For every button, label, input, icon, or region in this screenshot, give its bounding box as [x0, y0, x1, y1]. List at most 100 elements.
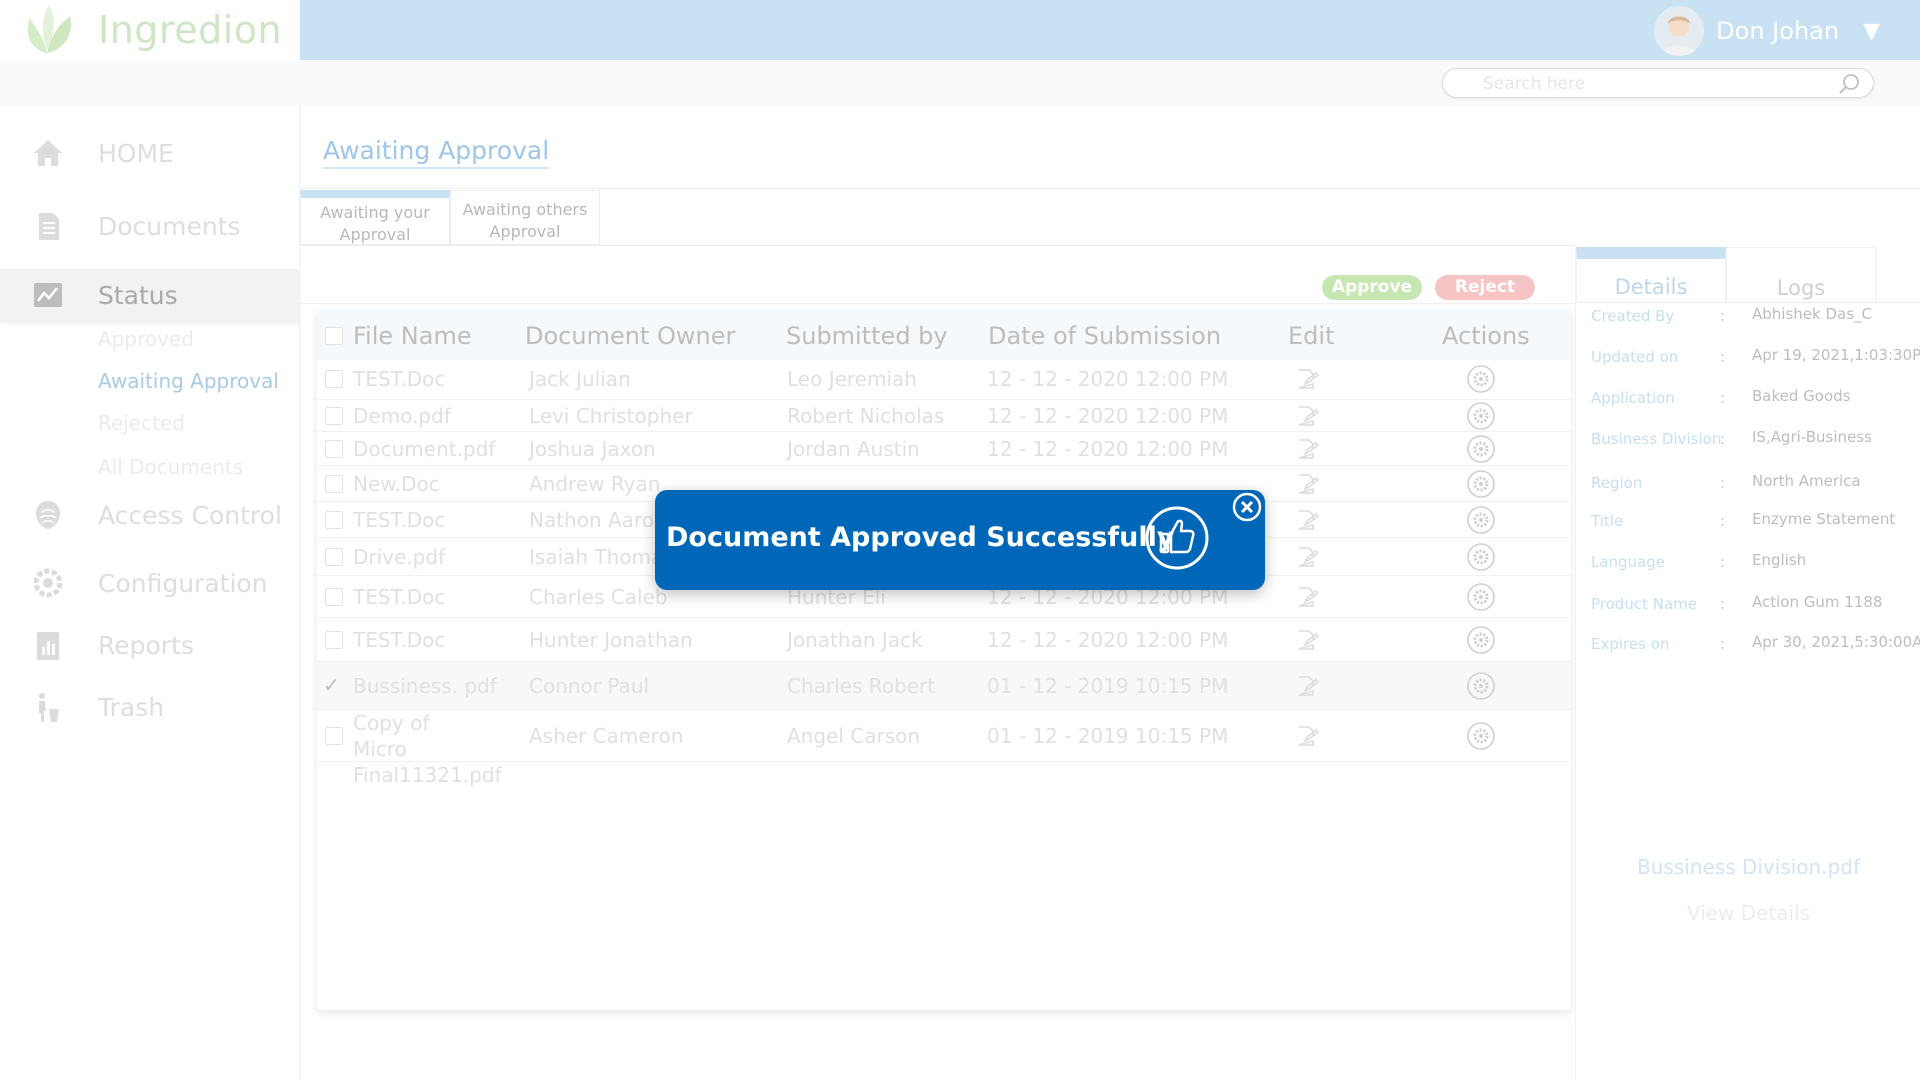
close-icon[interactable] [1232, 492, 1262, 522]
sidebar-item-status[interactable]: Status [0, 269, 300, 321]
table-row[interactable]: Document.pdf Joshua Jaxon Jordan Austin 12 … [317, 432, 1571, 466]
gear-icon[interactable] [1466, 721, 1496, 751]
row-checkbox[interactable] [325, 511, 343, 529]
row-checkbox[interactable] [325, 407, 343, 425]
detail-label: Updated on [1591, 348, 1679, 366]
gear-icon[interactable] [1466, 582, 1496, 612]
column-header-file-name[interactable]: File Name [353, 322, 472, 350]
sidebar-subitem-approved[interactable]: Approved [98, 327, 194, 351]
cell-file-name[interactable]: TEST.Doc [353, 627, 445, 653]
cell-file-name[interactable]: New.Doc [353, 471, 440, 497]
sidebar-subitem-awaiting-approval[interactable]: Awaiting Approval [98, 369, 279, 393]
sidebar-item-trash[interactable]: Trash [0, 681, 300, 733]
sidebar-item-reports[interactable]: Reports [0, 619, 300, 671]
column-header-document-owner[interactable]: Document Owner [525, 322, 735, 350]
column-header-submitted-by[interactable]: Submitted by [786, 322, 948, 350]
row-checkbox[interactable] [325, 440, 343, 458]
tab-logs[interactable]: Logs [1726, 247, 1876, 302]
sidebar-item-access-control[interactable]: Access Control [0, 489, 300, 541]
detail-label: Expires on [1591, 635, 1670, 653]
cell-file-name[interactable]: TEST.Doc [353, 366, 445, 392]
row-checkbox[interactable] [325, 475, 343, 493]
row-checkbox[interactable] [325, 727, 343, 745]
detail-value: Enzyme Statement [1752, 510, 1896, 528]
column-header-edit: Edit [1288, 322, 1335, 350]
app-window: Ingredion Don Johan ▼ Search here HOME D… [0, 0, 1920, 1080]
detail-colon: : [1720, 430, 1726, 448]
detail-value: North America [1752, 472, 1861, 490]
detail-value: Apr 19, 2021,1:03:30PM [1752, 346, 1920, 364]
edit-icon[interactable] [1295, 585, 1319, 609]
edit-icon[interactable] [1295, 508, 1319, 532]
chevron-down-icon[interactable]: ▼ [1863, 19, 1880, 44]
gear-icon[interactable] [1466, 625, 1496, 655]
sidebar-item-home[interactable]: HOME [0, 127, 300, 179]
cell-date-of-submission: 01 - 12 - 2019 10:15 PM [987, 724, 1229, 748]
edit-icon[interactable] [1295, 437, 1319, 461]
edit-icon[interactable] [1295, 545, 1319, 569]
table-row[interactable]: Demo.pdf Levi Christopher Robert Nicholas 1… [317, 400, 1571, 432]
gear-icon[interactable] [1466, 542, 1496, 572]
detail-label: Application [1591, 389, 1675, 407]
detail-value: IS,Agri-Business [1752, 428, 1872, 446]
view-details-link[interactable]: View Details [1576, 901, 1920, 925]
file-link[interactable]: Bussiness Division.pdf [1576, 855, 1920, 879]
cell-file-name[interactable]: TEST.Doc [353, 584, 445, 610]
tab-awaiting-your-approval[interactable]: Awaiting your Approval [300, 190, 450, 245]
access-control-icon [36, 501, 60, 529]
divider [300, 188, 1920, 189]
table-row[interactable]: TEST.Doc Hunter Jonathan Jonathan Jack 12 -… [317, 618, 1571, 662]
table-row[interactable]: TEST.Doc Jack Julian Leo Jeremiah 12 - 12 -… [317, 358, 1571, 400]
sidebar-subitem-rejected[interactable]: Rejected [98, 411, 185, 435]
cell-file-name[interactable]: Copy of Micro Final11321.pdf [353, 710, 502, 788]
cell-submitted-by: Jordan Austin [787, 437, 920, 461]
tab-details[interactable]: Details [1576, 247, 1726, 302]
user-menu[interactable]: Don Johan ▼ [1654, 4, 1880, 58]
search-input[interactable] [1483, 73, 1823, 95]
sidebar-subitem-all-documents[interactable]: All Documents [98, 455, 243, 479]
detail-colon: : [1720, 512, 1726, 530]
edit-icon[interactable] [1295, 724, 1319, 748]
detail-label: Created By [1591, 307, 1675, 325]
detail-label: Title [1591, 512, 1624, 530]
select-all-checkbox[interactable] [325, 327, 343, 345]
row-checkbox-checked[interactable]: ✓ [323, 673, 340, 697]
detail-value: Baked Goods [1752, 387, 1851, 405]
sidebar-item-label: HOME [98, 138, 174, 168]
gear-icon[interactable] [1466, 434, 1496, 464]
leaf-logo-icon [27, 4, 72, 54]
edit-icon[interactable] [1295, 628, 1319, 652]
search-icon[interactable] [1837, 72, 1861, 96]
reports-icon [37, 632, 59, 660]
row-checkbox[interactable] [325, 631, 343, 649]
cell-document-owner: Nathon Aaron [529, 508, 667, 532]
reject-button[interactable]: Reject [1435, 275, 1535, 300]
gear-icon[interactable] [1466, 401, 1496, 431]
row-checkbox[interactable] [325, 370, 343, 388]
edit-icon[interactable] [1295, 367, 1319, 391]
gear-icon[interactable] [1466, 505, 1496, 535]
edit-icon[interactable] [1295, 404, 1319, 428]
cell-file-name[interactable]: Demo.pdf [353, 403, 451, 429]
table-row[interactable]: ✓ Bussiness. pdf Connor Paul Charles Robert… [317, 662, 1571, 710]
gear-icon[interactable] [1466, 671, 1496, 701]
column-header-date-of-submission[interactable]: Date of Submission [988, 322, 1221, 350]
gear-icon[interactable] [1466, 364, 1496, 394]
edit-icon[interactable] [1295, 472, 1319, 496]
sidebar-item-documents[interactable]: Documents [0, 200, 300, 252]
cell-file-name[interactable]: Document.pdf [353, 436, 495, 462]
cell-document-owner: Jack Julian [529, 367, 631, 391]
row-checkbox[interactable] [325, 548, 343, 566]
tab-awaiting-others-approval[interactable]: Awaiting others Approval [450, 190, 600, 245]
cell-file-name[interactable]: Bussiness. pdf [353, 673, 497, 699]
gear-icon[interactable] [1466, 469, 1496, 499]
edit-icon[interactable] [1295, 674, 1319, 698]
approve-button[interactable]: Approve [1322, 275, 1422, 300]
table-row[interactable]: Copy of Micro Final11321.pdf Asher Camero… [317, 710, 1571, 787]
detail-value: Abhishek Das_C [1752, 305, 1872, 323]
thumbs-up-icon [1145, 506, 1209, 570]
row-checkbox[interactable] [325, 588, 343, 606]
cell-file-name[interactable]: Drive.pdf [353, 544, 445, 570]
cell-file-name[interactable]: TEST.Doc [353, 507, 445, 533]
sidebar-item-configuration[interactable]: Configuration [0, 557, 300, 609]
